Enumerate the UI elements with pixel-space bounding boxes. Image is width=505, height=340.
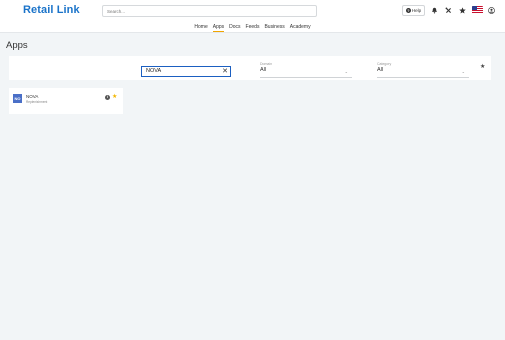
domain-label: Domain (260, 62, 273, 66)
info-icon[interactable]: i (105, 95, 110, 100)
favorites-filter-icon[interactable]: ★ (480, 63, 485, 70)
global-search-input[interactable]: Search... (102, 5, 317, 17)
nav-feeds[interactable]: Feeds (246, 24, 260, 32)
nav-business[interactable]: Business (264, 24, 284, 32)
us-flag-icon[interactable] (472, 6, 483, 14)
filter-bar: NOVA ✕ Domain All ⌄ Category All ⌄ ★ (9, 56, 491, 80)
help-button[interactable]: ? Help (402, 5, 425, 16)
category-dropdown[interactable]: Category All ⌄ (377, 62, 469, 78)
chevron-down-icon: ⌄ (461, 69, 465, 74)
star-icon[interactable] (458, 6, 466, 14)
app-category: Replenishment (26, 100, 48, 104)
chevron-down-icon: ⌄ (344, 69, 348, 74)
category-value: All (377, 67, 384, 73)
help-label: Help (411, 8, 422, 13)
app-search-input[interactable]: NOVA (141, 66, 231, 77)
favorite-star-icon[interactable]: ★ (112, 93, 117, 100)
domain-dropdown[interactable]: Domain All ⌄ (260, 62, 352, 78)
app-card[interactable]: NO NOVA Replenishment i ★ (9, 88, 123, 114)
nav-home[interactable]: Home (194, 24, 207, 32)
category-label: Category (377, 62, 392, 66)
help-icon: ? (405, 8, 411, 13)
app-name[interactable]: NOVA (26, 94, 38, 99)
nav-docs[interactable]: Docs (229, 24, 240, 32)
user-icon[interactable] (487, 6, 495, 14)
nav-academy[interactable]: Academy (290, 24, 311, 32)
clear-search-icon[interactable]: ✕ (221, 67, 229, 76)
app-icon: NO (13, 94, 22, 103)
tools-icon[interactable] (444, 6, 452, 14)
top-bar: Retail Link Search... ? Help (0, 0, 505, 22)
nav-apps[interactable]: Apps (212, 24, 225, 32)
domain-value: All (260, 67, 267, 73)
retail-link-logo[interactable]: Retail Link (23, 4, 80, 16)
bell-icon[interactable] (430, 6, 438, 14)
page-title: Apps (6, 40, 28, 51)
main-nav: Home Apps Docs Feeds Business Academy (0, 22, 505, 33)
